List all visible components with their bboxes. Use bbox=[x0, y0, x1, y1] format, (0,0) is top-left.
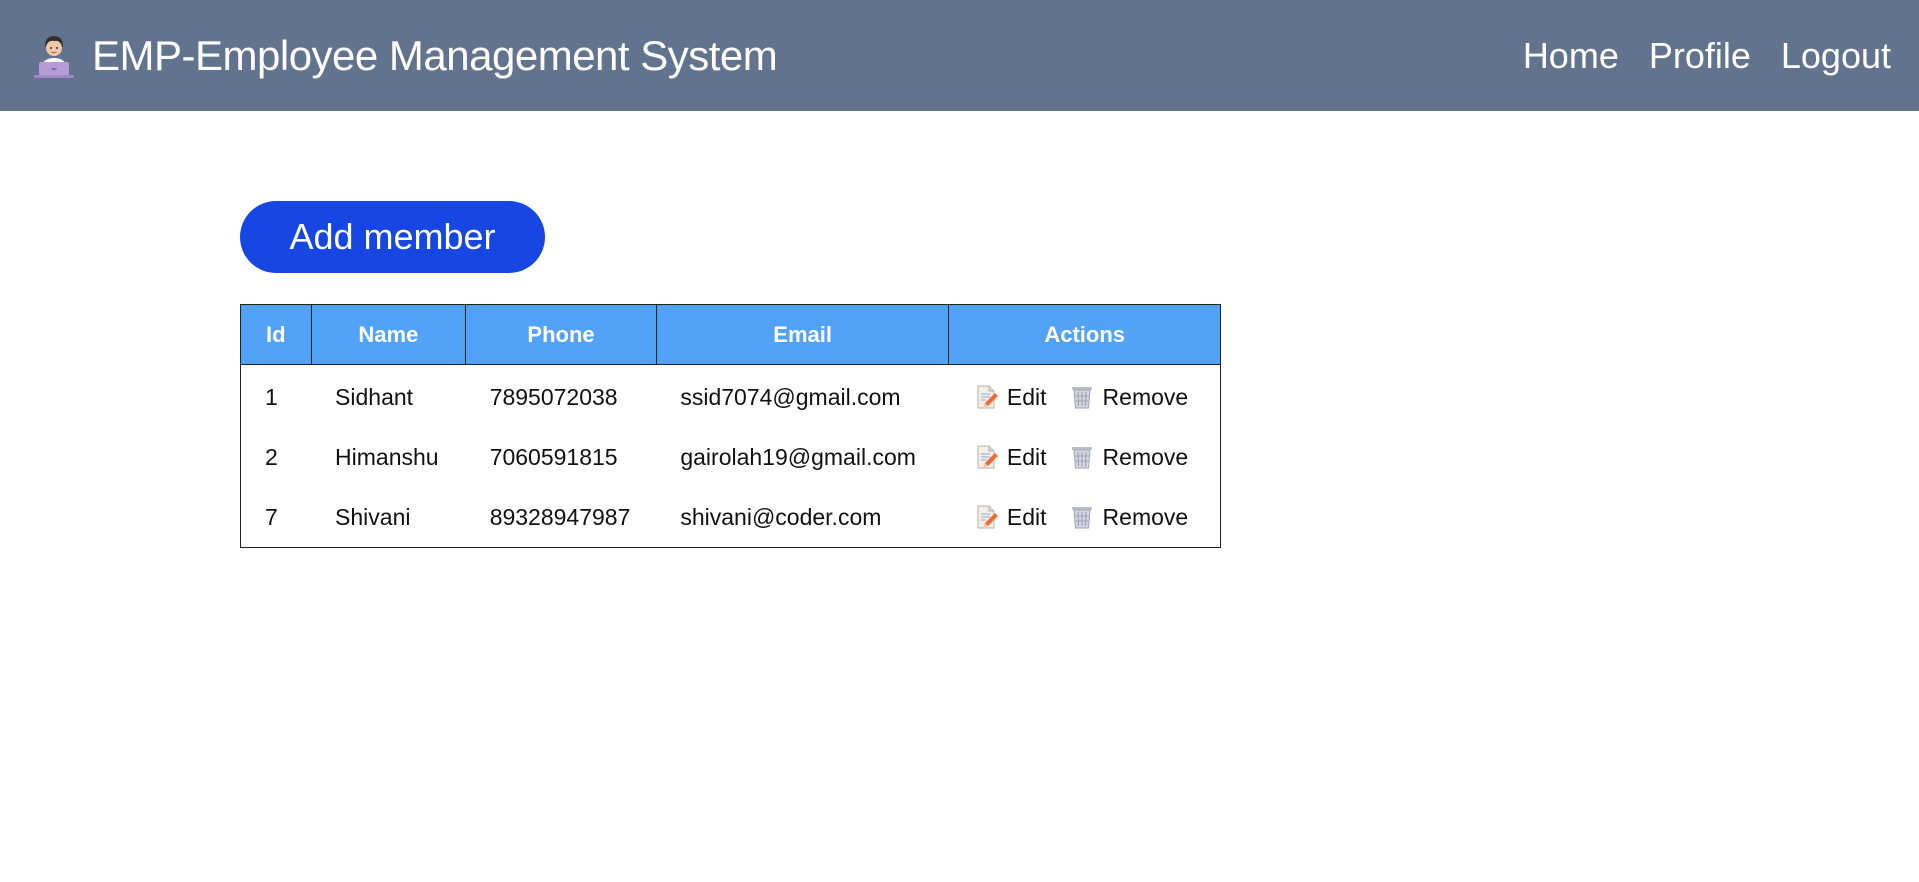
top-navbar: EMP-Employee Management System Home Prof… bbox=[0, 0, 1919, 111]
nav-home-link[interactable]: Home bbox=[1523, 35, 1619, 77]
remove-label: Remove bbox=[1102, 383, 1189, 410]
cell-phone: 89328947987 bbox=[489, 503, 631, 530]
column-header-email: Email bbox=[655, 304, 950, 365]
nav-profile-link[interactable]: Profile bbox=[1649, 35, 1751, 77]
cell-actions: Edit Remove bbox=[949, 427, 1221, 487]
technologist-emoji-icon bbox=[34, 35, 74, 78]
nav-links: Home Profile Logout bbox=[1523, 35, 1891, 77]
memo-pencil-icon bbox=[977, 445, 998, 469]
remove-label: Remove bbox=[1102, 443, 1189, 470]
cell-email: shivani@coder.com bbox=[680, 503, 882, 530]
wastebasket-icon bbox=[1071, 507, 1092, 529]
cell-id: 2 bbox=[265, 443, 278, 470]
cell-actions: Edit Remove bbox=[949, 487, 1221, 548]
cell-name: Himanshu bbox=[335, 443, 439, 470]
cell-id: 1 bbox=[265, 383, 278, 410]
column-header-actions: Actions bbox=[948, 304, 1221, 365]
edit-button[interactable]: Edit bbox=[973, 384, 1047, 411]
wastebasket-icon bbox=[1071, 387, 1092, 409]
brand-link[interactable]: EMP-Employee Management System bbox=[30, 31, 778, 80]
remove-button[interactable]: Remove bbox=[1069, 443, 1189, 471]
cell-name: Shivani bbox=[335, 503, 411, 530]
nav-logout-link[interactable]: Logout bbox=[1781, 35, 1891, 77]
edit-label: Edit bbox=[1006, 383, 1047, 410]
edit-label: Edit bbox=[1006, 503, 1047, 530]
remove-label: Remove bbox=[1102, 503, 1189, 530]
add-member-button[interactable]: Add member bbox=[240, 201, 545, 273]
cell-email: ssid7074@gmail.com bbox=[680, 383, 901, 410]
employee-table: Id Name Phone Email Actions 1 Sidhant 78… bbox=[240, 304, 1221, 548]
remove-button[interactable]: Remove bbox=[1069, 383, 1189, 411]
table-row: 7 Shivani 89328947987 shivani@coder.com bbox=[241, 487, 1221, 548]
cell-phone: 7895072038 bbox=[489, 383, 618, 410]
wastebasket-icon bbox=[1071, 447, 1092, 469]
cell-id: 7 bbox=[265, 503, 278, 530]
cell-actions: Edit Remove bbox=[949, 365, 1221, 428]
edit-label: Edit bbox=[1006, 443, 1047, 470]
app-title: EMP-Employee Management System bbox=[92, 31, 778, 79]
cell-email: gairolah19@gmail.com bbox=[680, 443, 916, 470]
cell-phone: 7060591815 bbox=[489, 443, 618, 470]
edit-button[interactable]: Edit bbox=[973, 444, 1047, 471]
table-row: 1 Sidhant 7895072038 ssid7074@gmail.com bbox=[241, 365, 1221, 428]
column-header-id: Id bbox=[240, 304, 312, 365]
memo-pencil-icon bbox=[977, 505, 998, 529]
column-header-name: Name bbox=[310, 304, 467, 365]
table-row: 2 Himanshu 7060591815 gairolah19@gmail.c… bbox=[241, 427, 1221, 487]
edit-button[interactable]: Edit bbox=[973, 504, 1047, 531]
remove-button[interactable]: Remove bbox=[1069, 503, 1189, 531]
memo-pencil-icon bbox=[977, 385, 998, 409]
main-content: Add member Id Name Phone Email Actions 1… bbox=[240, 201, 1221, 548]
cell-name: Sidhant bbox=[335, 383, 414, 410]
column-header-phone: Phone bbox=[465, 304, 657, 365]
table-header-row: Id Name Phone Email Actions bbox=[240, 304, 1221, 365]
